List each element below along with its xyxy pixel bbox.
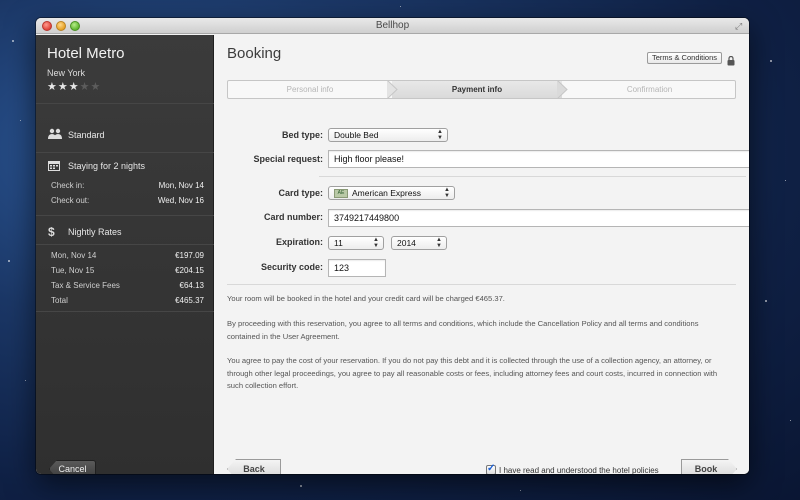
back-button[interactable]: Back [227,459,281,474]
star-rating: ★★★★★ [47,80,101,93]
rate-label: Tue, Nov 15 [51,266,95,275]
special-request-field[interactable]: High floor please! [328,150,749,168]
expiration-label: Expiration: [275,237,323,247]
card-number-field[interactable]: 3749217449800 [328,209,749,227]
fullscreen-icon[interactable]: ⤢ [735,21,745,31]
total-label: Total [51,296,68,305]
agreement-text: By proceeding with this reservation, you… [227,319,699,341]
divider [36,215,214,216]
charge-notice: Your room will be booked in the hotel an… [227,294,505,303]
cancel-button[interactable]: Cancel [49,460,96,474]
booking-panel: Booking Terms & Conditions Personal info… [214,35,749,474]
credit-card-icon: AE [334,189,348,199]
step-separator [557,81,568,98]
rate-value: €204.15 [175,266,204,275]
bed-type-select[interactable]: Double Bed ▲ ▼ [328,128,448,142]
divider [36,311,214,312]
security-code-field[interactable]: 123 [328,259,386,277]
divider [319,176,746,177]
people-icon [48,128,62,140]
total-value: €465.37 [175,296,204,305]
security-code-label: Security code: [260,262,323,272]
step-confirmation: Confirmation [626,85,673,94]
sidebar: Hotel Metro New York ★★★★★ Standard Stay… [36,35,214,474]
updown-arrows-icon: ▲ ▼ [373,237,379,249]
rate-label: Tax & Service Fees [51,281,120,290]
hotel-name: Hotel Metro [47,45,125,62]
card-type-value: American Express [352,188,421,198]
star-icon: ★ [47,81,58,93]
star-empty-icon: ★ [90,81,102,93]
updown-arrows-icon: ▲ ▼ [436,237,442,249]
bed-type-value: Double Bed [334,130,379,140]
rate-value: €64.13 [179,281,204,290]
app-window: Bellhop ⤢ Hotel Metro New York ★★★★★ Sta… [36,18,749,474]
bed-type-label: Bed type: [281,130,323,140]
exp-year-select[interactable]: 2014 ▲ ▼ [391,236,447,250]
card-type-select[interactable]: AE American Express ▲ ▼ [328,186,455,200]
policy-checkbox-label[interactable]: I have read and understood the hotel pol… [499,466,659,474]
terms-button[interactable]: Terms & Conditions [646,52,722,64]
exp-month-value: 11 [334,238,343,248]
step-payment-info: Payment info [392,81,562,98]
updown-arrows-icon: ▲ ▼ [437,129,443,141]
checkmark-icon: ✓ [487,463,496,474]
rates-heading: Nightly Rates [68,227,122,237]
title-bar: Bellhop ⤢ [36,18,749,34]
check-out-value: Wed, Nov 16 [157,196,204,205]
lock-icon [727,53,735,66]
step-personal-info[interactable]: Personal info [228,81,392,98]
divider [227,284,736,285]
star-empty-icon: ★ [79,81,91,93]
book-button[interactable]: Book [681,459,737,474]
hotel-city: New York [47,68,86,78]
progress-steps: Personal info Payment info Confirmation [227,80,736,99]
star-icon: ★ [57,81,69,93]
exp-year-value: 2014 [397,238,416,248]
rate-label: Mon, Nov 14 [51,251,97,260]
divider [36,244,214,245]
dollar-icon: $ [48,225,55,239]
step-separator [387,81,398,98]
room-type: Standard [68,130,105,140]
payment-terms-text: You agree to pay the cost of your reserv… [227,356,718,390]
updown-arrows-icon: ▲ ▼ [444,187,450,199]
rate-value: €197.09 [175,251,204,260]
check-in-value: Mon, Nov 14 [158,181,204,190]
check-out-label: Check out: [51,196,90,205]
window-title: Bellhop [375,20,410,31]
policy-checkbox[interactable]: ✓ [486,463,496,474]
divider [36,103,214,104]
star-icon: ★ [68,81,80,93]
calendar-icon [48,160,62,172]
card-type-label: Card type: [278,188,323,198]
divider [36,152,214,153]
exp-month-select[interactable]: 11 ▲ ▼ [328,236,384,250]
stay-heading: Staying for 2 nights [68,161,146,171]
special-request-label: Special request: [253,154,323,164]
check-in-label: Check in: [51,181,85,190]
card-number-label: Card number: [263,212,323,222]
page-title: Booking [227,45,282,62]
